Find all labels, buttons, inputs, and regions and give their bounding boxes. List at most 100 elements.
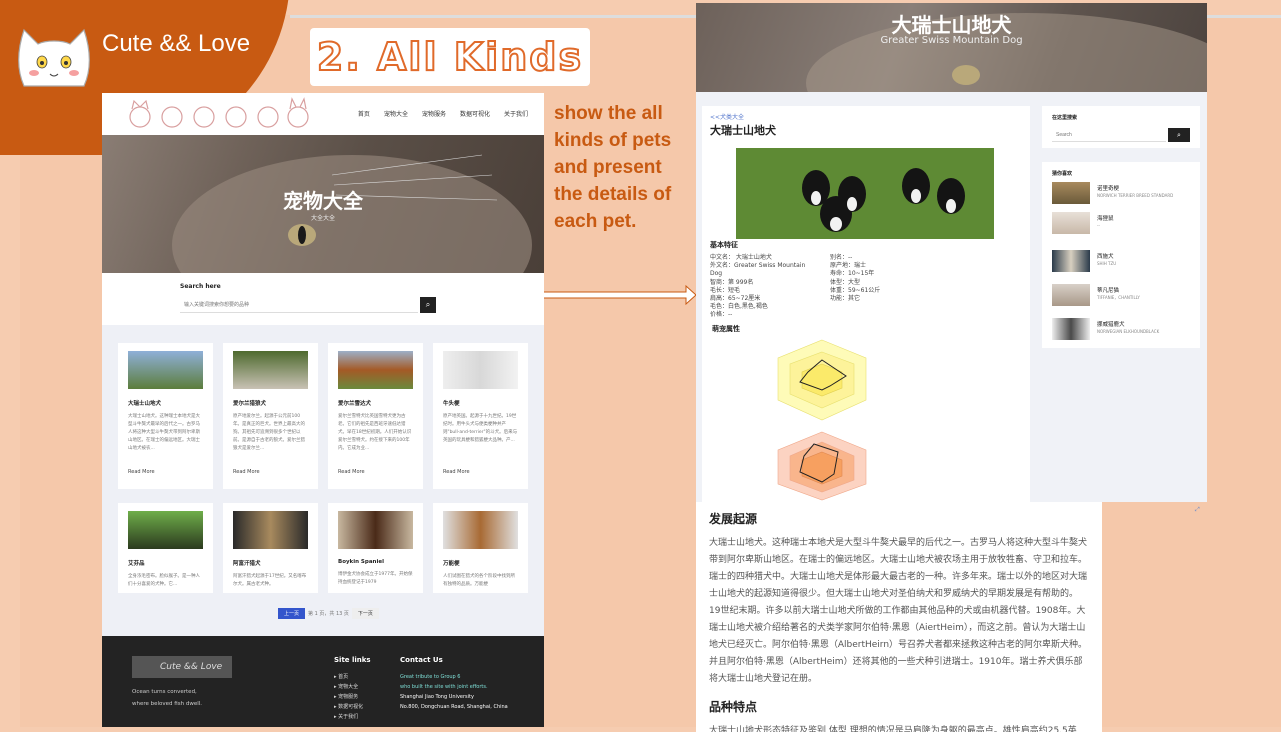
side-search-input[interactable]	[1052, 128, 1166, 142]
attr-item: 中文名： 大瑞士山地犬	[710, 254, 772, 261]
nav-about[interactable]: 关于我们	[504, 109, 528, 118]
contact-tribute: Great tribute to Group 6	[400, 674, 461, 680]
pets-logo-icon	[129, 97, 309, 128]
nav-services[interactable]: 宠物服务	[422, 109, 446, 118]
pet-card-title: 艾芬品	[128, 561, 145, 567]
read-more-link[interactable]: Read More	[128, 469, 203, 475]
recommend-name: 海狸鼠	[1097, 216, 1114, 222]
pet-photo	[443, 351, 518, 389]
cat-logo-icon	[18, 28, 90, 87]
detail-hero-title: 大瑞士山地犬	[891, 13, 1012, 37]
pet-card[interactable]: 爱尔兰猎狼犬 原产地爱尔兰。起源于公元前100年。是真正的巨犬。世界上最高大的狗…	[223, 343, 318, 489]
attrs-left: 中文名： 大瑞士山地犬 外文名：Greater Swiss Mountain D…	[710, 254, 828, 320]
slide: Cute && Love 2. All Kinds show the all k…	[0, 0, 1281, 732]
recommend-name: 诺里奇梗	[1097, 186, 1120, 192]
nav-visualization[interactable]: 数据可视化	[460, 109, 490, 118]
recommend-name: 挪威猎鹿犬	[1097, 322, 1125, 328]
pagination: 上一页 第 1 页，共 13 页 下一页	[278, 608, 379, 619]
expand-icon[interactable]: ⤢	[1195, 506, 1200, 514]
pet-card[interactable]: 大瑞士山地犬 大瑞士山地犬。这种瑞士本地犬是大型斗牛獒犬最早的后代之一。古罗马人…	[118, 343, 213, 489]
pet-card[interactable]: 万能梗 人们试图在猎犬的各个阶段中找到所有独特的品质。万能梗	[433, 503, 528, 593]
attrs-right: 别名：-- 原产地：瑞士 寿命：10~15年 体型：大型 体重：59~61公斤 …	[830, 254, 880, 303]
nav-bar: 首页 宠物大全 宠物服务 数据可视化 关于我们	[102, 93, 544, 135]
footer-links-title: Site links	[334, 656, 371, 664]
next-page-button[interactable]: 下一页	[351, 608, 379, 619]
attr-item: 寿命：10~15年	[830, 270, 875, 278]
attr-item: 外文名：Greater Swiss Mountain	[710, 262, 806, 270]
side-search: 在这里搜索 ⌕	[1042, 106, 1200, 148]
section-badge: 2. All Kinds	[310, 28, 590, 86]
recommend-thumb	[1052, 318, 1090, 340]
contact-built: who built the site with joint efforts.	[400, 684, 488, 690]
read-more-link[interactable]: Read More	[338, 469, 413, 475]
origin-text: 大瑞士山地犬。这种瑞士本地犬是大型斗牛獒犬最早的后代之一。古罗马人将这种大型斗牛…	[709, 538, 1088, 684]
search-button[interactable]: ⌕	[420, 297, 436, 313]
pet-card-text: 人们试图在猎犬的各个阶段中找到所有独特的品质。万能梗	[443, 574, 515, 587]
recommend-name: 西施犬	[1097, 254, 1114, 260]
pet-card[interactable]: 爱尔兰雪达犬 爱尔兰雪特犬比英国雪特犬更为古老。它们的祖先是西班牙速低达猎犬。早…	[328, 343, 423, 489]
nav-home[interactable]: 首页	[358, 109, 370, 118]
footer-link[interactable]: ▸ 数据可视化	[334, 702, 363, 712]
radar-chart-2	[777, 431, 867, 501]
pet-card-text: 原产地爱尔兰。起源于公元前100年。是真正的巨犬。世界上最高大的狗。其祖先可追溯…	[233, 414, 305, 451]
read-more-link[interactable]: Read More	[233, 469, 308, 475]
radar-title: 萌宠属性	[712, 325, 740, 333]
attr-item: 体重：59~61公斤	[830, 286, 881, 294]
footer-link[interactable]: ▸ 首页	[334, 672, 363, 682]
feature-text: 大瑞士山地犬形态特征及鉴别 体型 理想的情况是马肩隆为身躯的最高点。雄性肩高约2…	[709, 726, 1077, 732]
footer-contact: Great tribute to Group 6 who built the s…	[400, 672, 508, 712]
dog-photo	[736, 148, 994, 239]
detail-hero: 大瑞士山地犬 Greater Swiss Mountain Dog	[696, 3, 1207, 92]
section-badge-text: 2. All Kinds	[316, 34, 584, 80]
search-section: Search here ⌕	[102, 275, 544, 323]
detail-main: <<犬类大全 大瑞士山地犬 基本特征 中文名： 大瑞士山地犬 外文名：Great…	[696, 92, 1207, 502]
search-label: Search here	[180, 283, 221, 290]
read-more-link[interactable]: Read More	[443, 469, 518, 475]
pet-card-title: 爱尔兰雪达犬	[338, 401, 372, 407]
attr-item: 功能：其它	[830, 295, 861, 303]
basic-features-title: 基本特征	[710, 241, 738, 249]
pet-card-text: 原产地英国。起源于十九世纪。19世纪时。用牛头犬与便类梗种并产则"bull-an…	[443, 414, 518, 443]
footer-links: ▸ 首页 ▸ 宠物大全 ▸ 宠物服务 ▸ 数据可视化 ▸ 关于我们	[334, 672, 363, 722]
hero-title: 宠物大全	[283, 189, 363, 213]
pet-photo	[338, 511, 413, 549]
footer-link[interactable]: ▸ 宠物服务	[334, 692, 363, 702]
detail-title: 大瑞士山地犬	[710, 124, 776, 137]
recommend-panel: 猜你喜欢 诺里奇梗 NORWICH TERRIER BREED STANDARD…	[1042, 162, 1200, 348]
pet-card-title: 万能梗	[443, 561, 460, 567]
nav-all-pets[interactable]: 宠物大全	[384, 109, 408, 118]
detail-hero-subtitle: Greater Swiss Mountain Dog	[880, 35, 1023, 46]
side-search-button[interactable]: ⌕	[1168, 128, 1190, 142]
attr-item: 价格：--	[710, 311, 733, 319]
side-search-label: 在这里搜索	[1052, 115, 1078, 121]
pet-photo	[128, 511, 203, 549]
origin-title: 发展起源	[709, 512, 758, 526]
pet-photo	[338, 351, 413, 389]
pet-card-text: 爱尔兰雪特犬比英国雪特犬更为古老。它们的祖先是西班牙速低达猎犬。早在18世纪初期…	[338, 414, 412, 451]
pet-card-title: 爱尔兰猎狼犬	[233, 401, 267, 407]
search-icon: ⌕	[425, 300, 431, 309]
pet-card-text: 全身浓毛密布。脸似猴子。是一种人们十分喜爱的犬种。它...	[128, 574, 200, 587]
pet-card[interactable]: 牛头梗 原产地英国。起源于十九世纪。19世纪时。用牛头犬与便类梗种并产则"bul…	[433, 343, 528, 489]
search-input[interactable]	[180, 297, 418, 313]
pet-card-text: 阿富汗猎犬起源于17世纪。又名喀布尔犬。属古老犬种。	[233, 574, 307, 587]
pet-card[interactable]: 艾芬品 全身浓毛密布。脸似猴子。是一种人们十分喜爱的犬种。它...	[118, 503, 213, 593]
recommend-thumb	[1052, 250, 1090, 272]
pet-grid: 大瑞士山地犬 大瑞士山地犬。这种瑞士本地犬是大型斗牛獒犬最早的后代之一。古罗马人…	[102, 325, 544, 643]
dog-photo-drawing	[736, 148, 994, 239]
back-link[interactable]: <<犬类大全	[710, 112, 744, 121]
pet-photo	[233, 351, 308, 389]
footer-link[interactable]: ▸ 宠物大全	[334, 682, 363, 692]
pet-card[interactable]: Boykin Spaniel 博伊金犬协会成立于1977年。开始保持血统登记于1…	[328, 503, 423, 593]
footer-logo: Cute && Love	[132, 656, 232, 678]
attr-item: 别名：--	[830, 254, 853, 261]
recommend-thumb	[1052, 182, 1090, 204]
prev-page-button[interactable]: 上一页	[278, 608, 306, 619]
pet-photo	[443, 511, 518, 549]
brand-name: Cute && Love	[102, 30, 251, 57]
detail-panel: <<犬类大全 大瑞士山地犬 基本特征 中文名： 大瑞士山地犬 外文名：Great…	[702, 106, 1030, 502]
pet-card[interactable]: 阿富汗猎犬 阿富汗猎犬起源于17世纪。又名喀布尔犬。属古老犬种。	[223, 503, 318, 593]
pet-card-title: 阿富汗猎犬	[233, 561, 261, 567]
attr-item: 体型：大型	[830, 278, 861, 286]
footer-link[interactable]: ▸ 关于我们	[334, 712, 363, 722]
